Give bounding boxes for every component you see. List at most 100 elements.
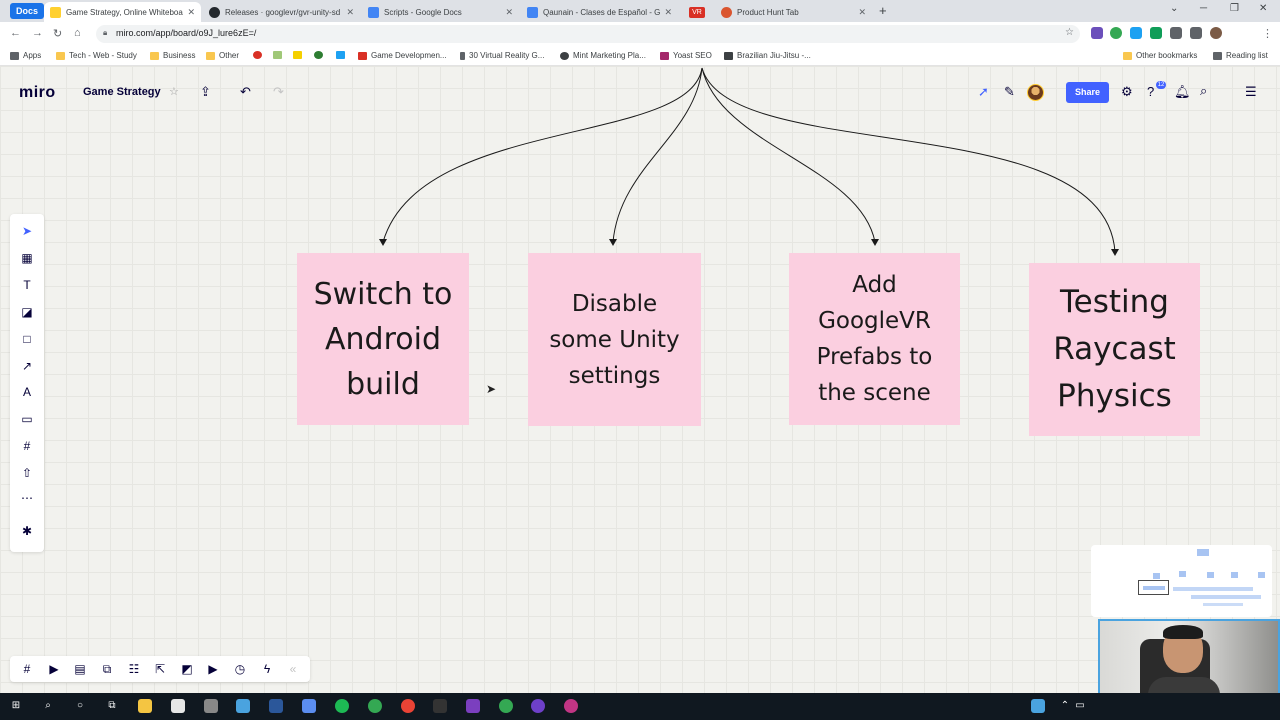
minimize-icon[interactable]: ─	[1200, 3, 1207, 14]
docs-bookmark-chip[interactable]: Docs	[10, 3, 45, 19]
bookmark-bjj[interactable]: Brazilian Jiu-Jitsu -...	[724, 51, 811, 60]
chat-icon[interactable]: ⧉	[100, 662, 114, 676]
spotify-icon[interactable]	[335, 699, 349, 713]
extension-icon[interactable]	[1110, 27, 1122, 39]
chrome-active-icon[interactable]	[401, 699, 415, 713]
share-screen-icon[interactable]: ⇱	[153, 662, 167, 676]
notes-icon[interactable]: ◩	[180, 662, 194, 676]
chrome-profile-icon[interactable]	[499, 699, 513, 713]
windows-start-icon[interactable]: ⊞	[9, 699, 23, 713]
redo-icon[interactable]: ↷	[273, 84, 284, 100]
file-explorer-icon[interactable]	[138, 699, 152, 713]
media-control-icon[interactable]	[1190, 27, 1202, 39]
visual-studio-icon[interactable]	[466, 699, 480, 713]
bookmark-apps[interactable]: Apps	[10, 51, 41, 60]
bookmark-icon-only[interactable]	[314, 51, 327, 59]
lightning-icon[interactable]: ϟ	[260, 662, 274, 676]
reading-list[interactable]: Reading list	[1213, 51, 1268, 60]
minimap[interactable]	[1091, 545, 1272, 617]
unity-icon[interactable]	[433, 699, 447, 713]
search-icon[interactable]: ⌕	[1200, 83, 1207, 99]
reload-icon[interactable]: ↻	[53, 27, 62, 40]
comment-icon[interactable]: ▭	[20, 412, 34, 426]
more-menu-icon[interactable]: ⋮	[1262, 27, 1273, 40]
settings-sliders-icon[interactable]: ⚙	[1121, 84, 1133, 100]
puzzle-extensions-icon[interactable]	[1170, 27, 1182, 39]
tab-releases[interactable]: Releases · googlevr/gvr-unity-sd ✕	[203, 2, 360, 22]
bookmark-game-dev[interactable]: Game Developmen...	[358, 51, 447, 60]
sticky-note[interactable]: Switch to Android build	[297, 253, 469, 425]
app-icon[interactable]	[236, 699, 250, 713]
export-upload-icon[interactable]: ⇪	[200, 84, 211, 100]
upload-icon[interactable]: ⇧	[20, 466, 34, 480]
tab-game-strategy[interactable]: Game Strategy, Online Whiteboa ✕	[44, 2, 201, 22]
search-icon[interactable]: ⌕	[41, 699, 55, 713]
new-tab-plus-icon[interactable]: +	[879, 3, 887, 18]
connection-line-icon[interactable]: ↗	[20, 359, 34, 373]
bookmark-yoast[interactable]: Yoast SEO	[660, 51, 712, 60]
onedrive-icon[interactable]	[1031, 699, 1045, 713]
tab-vr[interactable]: VR	[683, 2, 713, 22]
sticky-note[interactable]: Disable some Unity settings	[528, 253, 701, 426]
board-list-icon[interactable]: ☰	[1245, 84, 1257, 100]
timer-icon[interactable]: ◷	[233, 662, 247, 676]
bookmark-icon-only[interactable]	[273, 51, 286, 59]
chrome-icon[interactable]	[368, 699, 382, 713]
star-icon[interactable]: ☆	[169, 85, 179, 98]
home-icon[interactable]: ⌂	[74, 27, 81, 39]
miro-board-canvas[interactable]: miro Game Strategy ☆ ⇪ ↶ ↷ ➚ ✎ Share ⚙ ?…	[0, 66, 1280, 693]
bookmark-star-icon[interactable]: ☆	[1065, 27, 1074, 38]
back-arrow-icon[interactable]: ←	[10, 27, 21, 39]
select-cursor-icon[interactable]: ➤	[20, 224, 34, 238]
extension-icon[interactable]	[1091, 27, 1103, 39]
calculator-icon[interactable]	[302, 699, 316, 713]
undo-icon[interactable]: ↶	[240, 84, 251, 100]
close-icon[interactable]: ✕	[187, 7, 195, 18]
sticky-note-icon[interactable]: ◪	[20, 305, 34, 319]
bookmark-other-folder[interactable]: Other bookmarks	[1123, 51, 1197, 60]
connector-to-add[interactable]	[701, 67, 876, 243]
templates-icon[interactable]: ▦	[20, 251, 34, 265]
plugin-icon[interactable]: ✱	[20, 524, 34, 538]
text-tool-icon[interactable]: T	[20, 278, 34, 292]
task-view-icon[interactable]: ⧉	[105, 699, 119, 713]
sticky-note[interactable]: Add GoogleVR Prefabs to the scene	[789, 253, 960, 425]
bookmark-mint[interactable]: Mint Marketing Pla...	[560, 51, 646, 60]
bookmark-icon-only[interactable]	[253, 51, 266, 59]
cards-icon[interactable]: ☷	[127, 662, 141, 676]
word-icon[interactable]	[269, 699, 283, 713]
close-icon[interactable]: ✕	[858, 7, 866, 18]
bookmark-other[interactable]: Other	[206, 51, 239, 60]
network-icon[interactable]: ▭	[1073, 699, 1087, 713]
tab-clases[interactable]: Qaunain - Clases de Español - G ✕	[521, 2, 678, 22]
celebrate-icon[interactable]: ✎	[1004, 84, 1015, 100]
connector-to-disable[interactable]	[612, 67, 703, 243]
more-tools-icon[interactable]: ⋯	[20, 491, 34, 505]
close-icon[interactable]: ✕	[664, 7, 672, 18]
window-close-icon[interactable]: ✕	[1259, 3, 1267, 14]
app-icon[interactable]	[564, 699, 578, 713]
collapse-icon[interactable]: «	[286, 662, 300, 676]
tab-product-hunt[interactable]: Product Hunt Tab ✕	[715, 2, 872, 22]
pen-icon[interactable]: A	[20, 385, 34, 399]
frame-icon[interactable]: #	[20, 439, 34, 453]
comments-icon[interactable]: ▤	[73, 662, 87, 676]
connector-to-testing[interactable]	[701, 67, 1116, 253]
share-button[interactable]: Share	[1066, 82, 1109, 103]
app-icon[interactable]	[204, 699, 218, 713]
store-icon[interactable]	[171, 699, 185, 713]
forward-arrow-icon[interactable]: →	[32, 27, 43, 39]
video-icon[interactable]: ▶	[206, 662, 220, 676]
tray-chevron-icon[interactable]: ⌃	[1058, 699, 1072, 713]
bookmark-icon-only[interactable]	[336, 51, 349, 59]
bookmark-icon-only[interactable]	[293, 51, 306, 59]
presentation-icon[interactable]: ▶	[47, 662, 61, 676]
cursor-follow-icon[interactable]: ➚	[978, 84, 989, 100]
sticky-note[interactable]: Testing Raycast Physics	[1029, 263, 1200, 436]
bookmark-vr[interactable]: 30 Virtual Reality G...	[460, 51, 544, 60]
github-desktop-icon[interactable]	[531, 699, 545, 713]
close-icon[interactable]: ✕	[505, 7, 513, 18]
extension-icon[interactable]	[1150, 27, 1162, 39]
help-icon[interactable]: ?	[1147, 84, 1154, 99]
board-title[interactable]: Game Strategy	[83, 86, 161, 98]
